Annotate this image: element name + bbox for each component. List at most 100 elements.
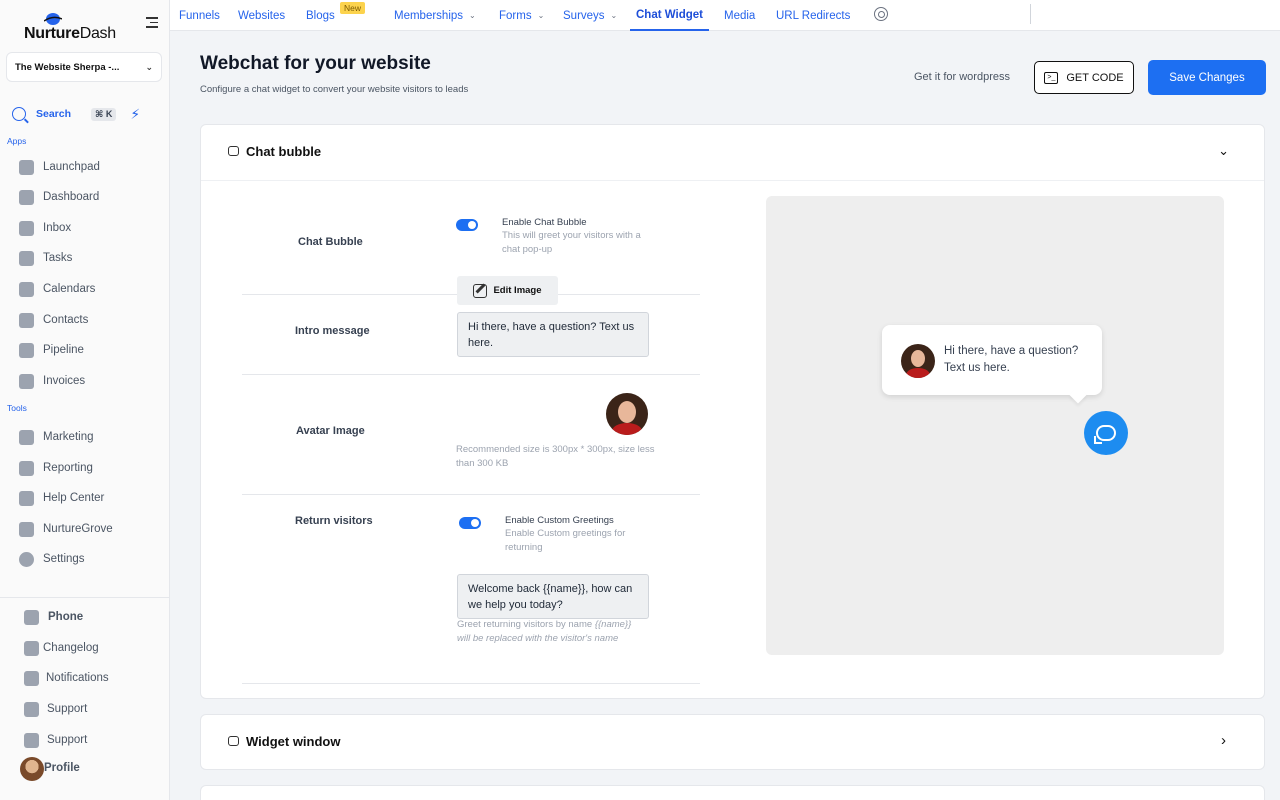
handshake-icon [19,490,34,506]
tab-memberships[interactable]: Memberships ⌄ [394,0,476,31]
custom-greetings-toggle[interactable] [459,517,481,529]
tab-funnels[interactable]: Funnels [179,0,220,31]
sidebar-item-marketing[interactable]: Marketing [19,428,159,446]
chat-bubble-card-header[interactable]: Chat bubble ⌄ [201,125,1264,181]
card-title: Widget window [246,734,341,749]
sidebar-item-help-center[interactable]: Help Center [19,489,159,507]
chat-bubble-label: Chat Bubble [298,236,363,248]
sidebar-item-inbox[interactable]: Inbox [19,219,159,237]
gear-icon [19,551,34,567]
tab-chat-widget[interactable]: Chat Widget [630,0,709,31]
avatar [901,344,935,378]
next-settings-card [200,785,1265,800]
tab-websites[interactable]: Websites [238,0,285,31]
chat-launcher-button[interactable] [1084,411,1128,455]
search-shortcut: ⌘ K [91,107,117,121]
inbox-icon [19,220,34,236]
sidebar-item-invoices[interactable]: Invoices [19,372,159,390]
nav-divider [1030,4,1031,24]
tab-forms[interactable]: Forms ⌄ [499,0,544,31]
return-greeting-hint: Greet returning visitors by name {{name}… [457,619,632,644]
sidebar-item-profile[interactable]: Profile [44,759,184,777]
lightning-icon[interactable]: ⚡ [130,106,140,123]
sidebar-item-contacts[interactable]: Contacts [19,311,159,329]
sidebar-item-calendars[interactable]: Calendars [19,280,159,298]
widget-window-icon [228,736,239,746]
rocket-icon [19,159,34,175]
widget-preview: Hi there, have a question? Text us here. [766,196,1224,655]
widget-window-card[interactable]: Widget window › [200,714,1265,770]
tools-section-label: Tools [7,403,27,413]
chevron-down-icon: ⌄ [537,11,545,20]
wordpress-link[interactable]: Get it for wordpress [914,71,1010,83]
chevron-down-icon: ⌄ [145,61,153,72]
card-title: Chat bubble [246,144,322,159]
sidebar-item-notifications[interactable]: Notifications [24,669,164,687]
clipboard-icon [19,250,34,266]
sidebar-item-dashboard[interactable]: Dashboard [19,188,159,206]
chat-bubble-icon [228,146,239,156]
account-name: The Website Sherpa -... [15,61,120,73]
sidebar-item-support[interactable]: Support [24,700,164,718]
gear-icon[interactable] [874,7,888,21]
custom-greetings-desc: Enable Custom greetings for returning [505,528,626,553]
row-divider [242,494,700,495]
bird-icon [19,521,34,537]
row-divider [242,683,700,684]
return-visitors-label: Return visitors [295,515,373,527]
bell-icon [24,670,39,686]
sidebar-item-settings[interactable]: Settings [19,550,159,568]
terminal-icon: >_ [1044,71,1059,84]
brand-name: NurtureDash [24,25,116,42]
bubble-preview-text: Hi there, have a question? Text us here. [944,345,1079,374]
avatar-size-hint: Recommended size is 300px * 300px, size … [456,444,655,469]
intro-message-input[interactable]: Hi there, have a question? Text us here. [457,312,649,357]
search-label: Search [36,108,72,120]
globe-logo-icon [44,13,62,25]
new-badge: New [340,2,366,14]
edit-icon [473,283,488,298]
tab-surveys[interactable]: Surveys ⌄ [563,0,617,31]
chat-bubble-card: Chat bubble ⌄ Chat Bubble Enable Chat Bu… [200,124,1265,699]
brand-logo[interactable]: NurtureDash [22,12,142,42]
calendar-icon [19,281,34,297]
chevron-down-icon: ⌄ [610,11,618,20]
sidebar-item-launchpad[interactable]: Launchpad [19,158,159,176]
sidebar-item-reporting[interactable]: Reporting [19,459,159,477]
dashboard-icon [19,189,34,205]
chevron-down-icon: ⌄ [469,11,476,20]
chat-icon [1094,425,1116,444]
sidebar-item-nurturegrove[interactable]: NurtureGrove [19,520,159,538]
chat-bubble-toggle-title: Enable Chat Bubble [502,217,587,228]
avatar-preview [606,393,648,435]
account-switcher[interactable]: The Website Sherpa -... ⌄ [6,52,162,82]
apps-section-label: Apps [7,136,27,146]
chat-bubble-toggle[interactable] [456,219,478,231]
tab-blogs[interactable]: Blogs [306,0,335,31]
sidebar-item-support-2[interactable]: Support [24,731,164,749]
collapse-menu-icon[interactable] [146,17,158,31]
page-subtitle: Configure a chat widget to convert your … [200,84,469,95]
chevron-right-icon[interactable]: › [1221,732,1226,749]
edit-image-button[interactable]: Edit Image [457,276,558,305]
sidebar-item-phone[interactable]: Phone [24,608,164,626]
chat-bubble-preview: Hi there, have a question? Text us here. [882,325,1102,395]
sidebar-item-pipeline[interactable]: Pipeline [19,341,159,359]
search-trigger[interactable]: Search ⌘ K ⚡ [12,104,162,124]
return-greeting-input[interactable]: Welcome back {{name}}, how can we help y… [457,574,649,619]
top-navigation: Funnels Websites Blogs New Memberships ⌄ … [170,0,1280,31]
sidebar-item-tasks[interactable]: Tasks [19,249,159,267]
widget-window-card-header[interactable]: Widget window › [201,715,1264,771]
get-code-button[interactable]: >_ GET CODE [1034,61,1134,94]
sidebar-item-changelog[interactable]: Changelog [24,639,164,657]
chevron-down-icon[interactable]: ⌄ [1218,143,1229,159]
invoice-icon [19,373,34,389]
avatar-icon[interactable] [20,757,44,781]
tab-url-redirects[interactable]: URL Redirects [776,0,850,31]
chat-bubble-toggle-desc: This will greet your visitors with a cha… [502,230,641,255]
save-changes-button[interactable]: Save Changes [1148,60,1266,95]
phone-icon [24,609,39,625]
intro-message-label: Intro message [295,325,370,337]
tab-media[interactable]: Media [724,0,755,31]
funnel-icon [19,342,34,358]
